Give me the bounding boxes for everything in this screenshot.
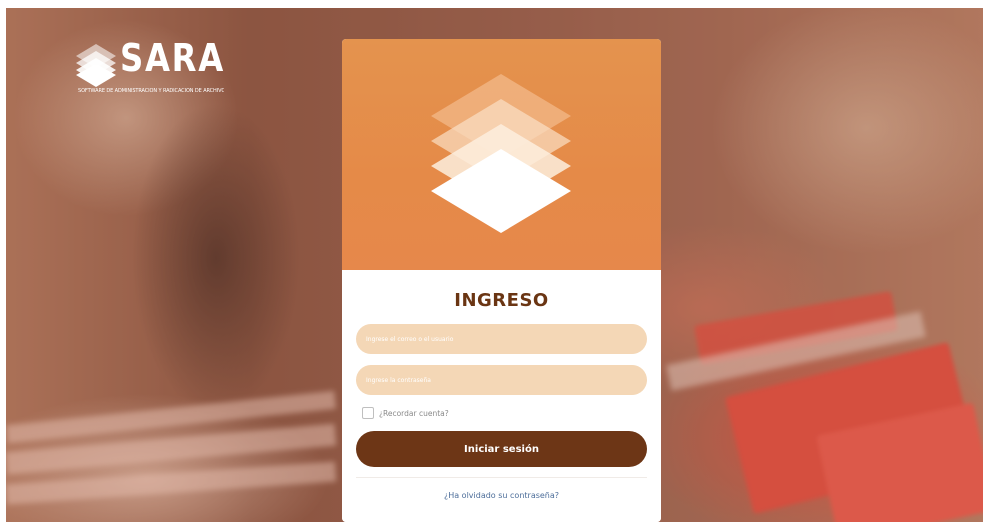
login-card-header	[342, 39, 661, 270]
layered-diamonds-icon	[76, 44, 116, 87]
remember-label: ¿Recordar cuenta?	[379, 408, 449, 418]
brand-tagline: SOFTWARE DE ADMINISTRACIÓN Y RADICACIÓN …	[78, 88, 224, 94]
login-button[interactable]: Iniciar sesión	[356, 431, 647, 467]
remember-account[interactable]: ¿Recordar cuenta?	[362, 406, 449, 420]
login-screen: SARA SOFTWARE DE ADMINISTRACIÓN Y RADICA…	[6, 8, 983, 522]
login-card: INGRESO ¿Recordar cuenta? Iniciar sesión…	[342, 39, 661, 522]
brand-name: SARA	[120, 36, 225, 80]
forgot-password-link[interactable]: ¿Ha olvidado su contraseña?	[342, 491, 661, 500]
remember-checkbox[interactable]	[362, 407, 374, 419]
login-title: INGRESO	[454, 290, 549, 311]
username-input[interactable]	[356, 324, 647, 354]
login-form: INGRESO ¿Recordar cuenta? Iniciar sesión…	[342, 270, 661, 522]
password-input[interactable]	[356, 365, 647, 395]
layered-diamonds-icon	[431, 74, 571, 233]
brand-logo: SARA SOFTWARE DE ADMINISTRACIÓN Y RADICA…	[74, 36, 224, 100]
divider	[356, 477, 647, 478]
